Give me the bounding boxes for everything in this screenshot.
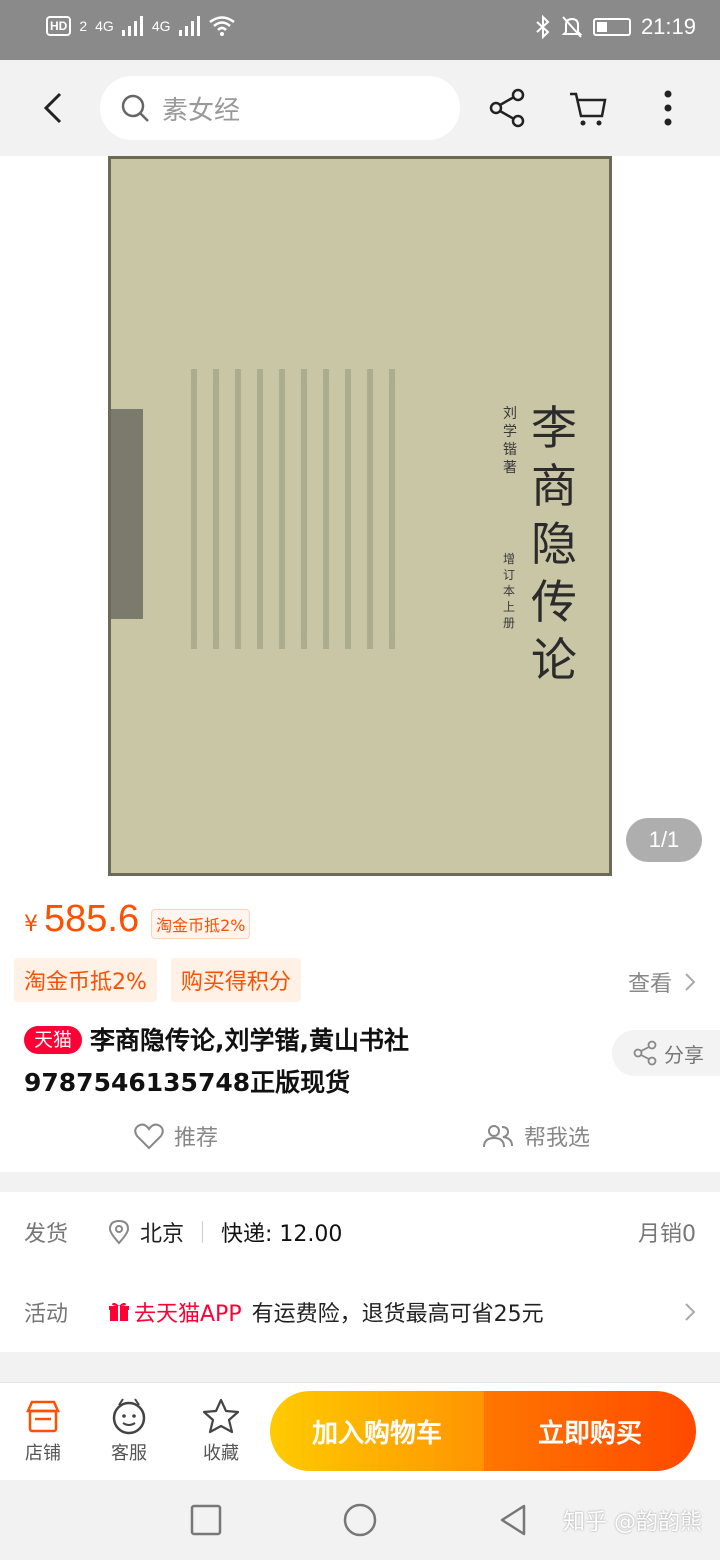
tmall-app-label: 去天猫APP <box>134 1302 242 1327</box>
cover-edition: 增订本 上册 <box>503 552 516 630</box>
view-more-link[interactable]: 查看 <box>628 966 696 998</box>
product-info: ¥ 585.6 淘金币抵2% 淘金币抵2% 购买得积分 查看 天猫 李商隐传论,刘… <box>0 880 720 1172</box>
activity-text: 有运费险，退货最高可省25元 <box>251 1302 544 1327</box>
add-to-cart-button[interactable]: 加入购物车 <box>270 1391 484 1471</box>
wifi-icon <box>208 16 235 36</box>
more-icon[interactable] <box>646 86 690 130</box>
mute-bell-icon <box>561 16 583 38</box>
favorite-tab[interactable]: 收藏 <box>186 1397 256 1465</box>
home-icon[interactable] <box>340 1500 380 1540</box>
tmall-app-link[interactable]: 去天猫APP <box>108 1296 242 1328</box>
service-label: 客服 <box>111 1443 147 1464</box>
search-query: 素女经 <box>162 95 241 126</box>
express-fee: 快递: 12.00 <box>221 1222 343 1247</box>
status-right: 21:19 <box>535 14 696 40</box>
help-choose-label: 帮我选 <box>524 1126 591 1151</box>
view-more-label: 查看 <box>627 972 672 997</box>
location-icon <box>108 1219 130 1245</box>
product-gallery[interactable]: 刘学锴 著 增订本 上册 李商隐传论 1/1 <box>0 156 720 880</box>
cover-title: 李商隐传论 <box>531 401 577 687</box>
recommend-label: 推荐 <box>174 1126 219 1151</box>
service-icon <box>112 1398 146 1435</box>
bluetooth-icon <box>536 15 550 39</box>
price: 585.6 <box>44 898 140 940</box>
shop-label: 店铺 <box>25 1443 61 1464</box>
network-4g-1: 4G <box>95 18 114 34</box>
status-left: HD 2 4G 4G <box>46 16 235 36</box>
clock: 21:19 <box>640 14 696 39</box>
service-tab[interactable]: 客服 <box>94 1397 164 1465</box>
cover-calligraphy <box>191 369 411 649</box>
status-bar: HD 2 4G 4G 21:19 <box>0 0 720 60</box>
promo-row: 淘金币抵2% 购买得积分 <box>14 958 301 1002</box>
share-button[interactable]: 分享 <box>612 1030 720 1076</box>
buy-now-button[interactable]: 立即购买 <box>484 1391 696 1471</box>
search-icon <box>121 94 149 122</box>
promo-coin[interactable]: 淘金币抵2% <box>14 958 157 1002</box>
tmall-badge: 天猫 <box>24 1026 83 1054</box>
battery-icon <box>592 18 631 36</box>
signal-icon-2 <box>178 16 200 36</box>
shipping-city: 北京 <box>140 1222 185 1247</box>
activity-label: 活动 <box>24 1302 69 1327</box>
product-title: 天猫 李商隐传论,刘学锴,黄山书社9787546135748正版现货 <box>24 1020 584 1104</box>
shop-icon <box>26 1400 60 1433</box>
currency-symbol: ¥ <box>24 912 38 937</box>
system-nav-bar: 知乎 @韵韵熊 <box>0 1480 720 1560</box>
book-cover-image[interactable]: 刘学锴 著 增订本 上册 李商隐传论 <box>108 156 612 876</box>
back-nav-icon[interactable] <box>494 1500 534 1540</box>
sim-number: 2 <box>79 18 88 34</box>
activity-row[interactable]: 活动 去天猫APP 有运费险，退货最高可省25元 <box>24 1282 696 1342</box>
image-counter: 1/1 <box>626 818 702 862</box>
share-label: 分享 <box>664 1042 704 1067</box>
chevron-right-icon <box>685 1303 696 1321</box>
divider <box>202 1221 204 1243</box>
back-icon[interactable] <box>36 90 72 126</box>
help-choose-button[interactable]: 帮我选 <box>482 1120 590 1152</box>
bottom-action-bar: 店铺 客服 收藏 加入购物车 立即购买 <box>0 1382 720 1480</box>
promo-points[interactable]: 购买得积分 <box>170 958 301 1002</box>
chevron-right-icon <box>685 973 696 991</box>
shipping-card: 发货 北京 快递: 12.00 月销0 活动 去天猫APP 有运费险，退货最高可… <box>0 1192 720 1352</box>
cover-author: 刘学锴 著 <box>503 406 517 476</box>
recents-icon[interactable] <box>186 1500 226 1540</box>
share-small-icon <box>633 1040 657 1066</box>
recommend-button[interactable]: 推荐 <box>134 1120 218 1152</box>
favorite-label: 收藏 <box>203 1443 239 1464</box>
hd-badge: HD <box>46 16 72 36</box>
shipping-label: 发货 <box>24 1222 69 1247</box>
cover-spine-tab <box>111 409 143 619</box>
price-row: ¥ 585.6 淘金币抵2% <box>24 898 251 941</box>
network-4g-2: 4G <box>151 18 171 34</box>
monthly-sales: 月销0 <box>638 1222 696 1247</box>
cart-icon[interactable] <box>566 86 610 130</box>
heart-icon <box>134 1123 164 1150</box>
shop-tab[interactable]: 店铺 <box>8 1397 78 1465</box>
search-input[interactable]: 素女经 <box>100 76 460 140</box>
gift-icon <box>109 1302 129 1321</box>
share-icon[interactable] <box>486 86 530 130</box>
shipping-row[interactable]: 发货 北京 快递: 12.00 月销0 <box>24 1202 696 1262</box>
price-tag: 淘金币抵2% <box>151 909 251 939</box>
signal-icon <box>121 16 143 36</box>
watermark: 知乎 @韵韵熊 <box>563 1510 702 1535</box>
star-icon <box>202 1398 240 1434</box>
users-icon <box>483 1125 513 1148</box>
top-nav: 素女经 <box>0 60 720 156</box>
